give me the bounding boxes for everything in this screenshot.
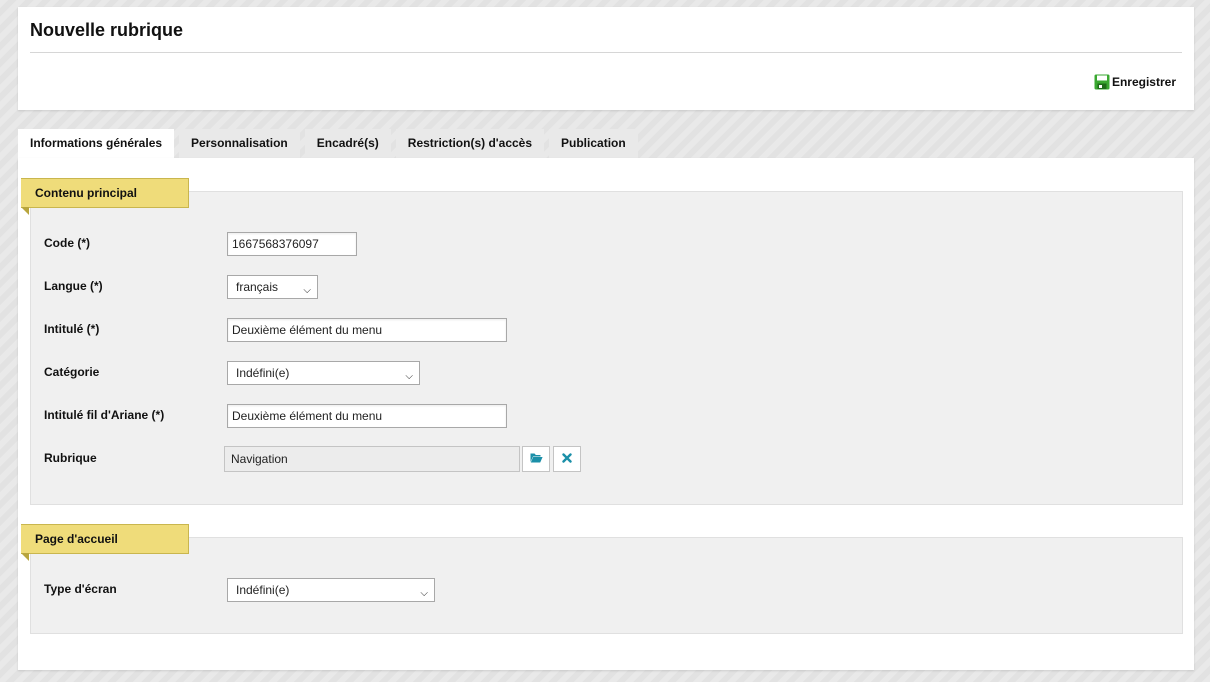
header-card: Nouvelle rubrique Enregistrer (18, 7, 1194, 110)
tab-bar: Informations générales Personnalisation … (18, 129, 643, 158)
code-label: Code (*) (44, 236, 90, 250)
tab-encadres[interactable]: Encadré(s) (304, 129, 391, 158)
fil-ariane-label: Intitulé fil d'Ariane (*) (44, 408, 165, 422)
chevron-down-icon: ⌵ (405, 371, 413, 382)
rubrique-field: Navigation (224, 446, 520, 472)
home-page-panel: Page d'accueil Type d'écran Indéfini(e) … (21, 524, 1183, 634)
save-button[interactable]: Enregistrer (1094, 74, 1176, 90)
categorie-label: Catégorie (44, 365, 100, 379)
section-title-home: Page d'accueil (21, 524, 189, 561)
floppy-disk-icon (1094, 74, 1110, 90)
tab-restrictions-acces[interactable]: Restriction(s) d'accès (395, 129, 545, 158)
title-divider (30, 52, 1182, 53)
save-button-label: Enregistrer (1111, 75, 1176, 89)
chevron-down-icon: ⌵ (420, 588, 428, 599)
type-ecran-select[interactable]: Indéfini(e) ⌵ (227, 578, 435, 602)
close-icon (562, 452, 572, 466)
fil-ariane-field[interactable]: Deuxième élément du menu (227, 404, 507, 428)
categorie-select-value: Indéfini(e) (236, 366, 290, 380)
intitule-label: Intitulé (*) (44, 322, 100, 336)
browse-rubrique-button[interactable] (522, 446, 550, 472)
langue-label: Langue (*) (44, 279, 103, 293)
tab-publication[interactable]: Publication (549, 129, 638, 158)
type-ecran-select-value: Indéfini(e) (236, 583, 290, 597)
type-ecran-label: Type d'écran (44, 582, 117, 596)
intitule-field[interactable]: Deuxième élément du menu (227, 318, 507, 342)
tab-personnalisation[interactable]: Personnalisation (179, 129, 300, 158)
rubrique-label: Rubrique (44, 451, 97, 465)
langue-select-value: français (236, 280, 279, 294)
tab-content: Contenu principal Code (*) 1667568376097… (18, 158, 1194, 670)
chevron-down-icon: ⌵ (303, 285, 311, 296)
tab-informations-generales[interactable]: Informations générales (18, 129, 175, 158)
langue-select[interactable]: français ⌵ (227, 275, 318, 299)
main-content-panel: Contenu principal Code (*) 1667568376097… (21, 178, 1183, 505)
folder-open-icon (530, 452, 543, 466)
code-field[interactable]: 1667568376097 (227, 232, 357, 256)
page-title: Nouvelle rubrique (30, 20, 184, 40)
section-title-main: Contenu principal (21, 178, 189, 215)
clear-rubrique-button[interactable] (553, 446, 581, 472)
categorie-select[interactable]: Indéfini(e) ⌵ (227, 361, 420, 385)
